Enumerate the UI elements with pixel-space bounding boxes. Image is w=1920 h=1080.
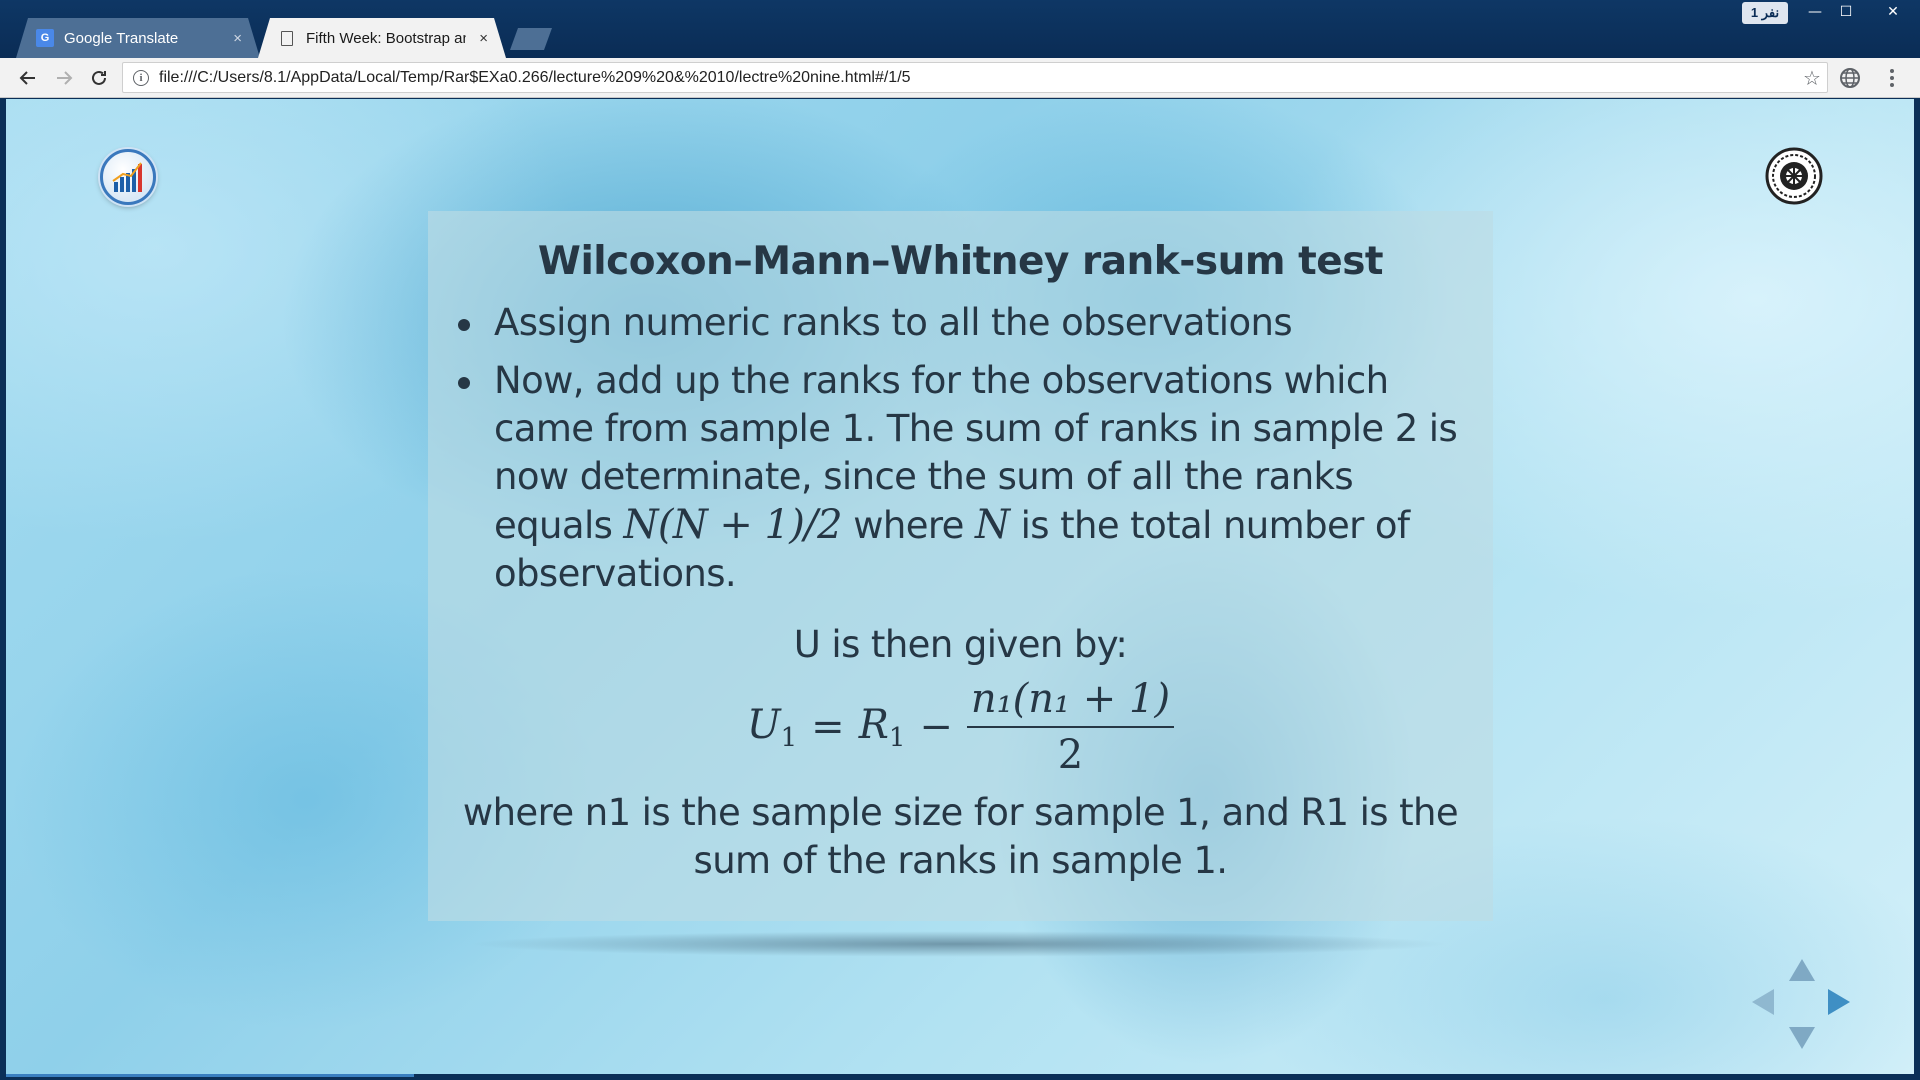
nav-down-arrow-icon[interactable] [1789, 1027, 1815, 1049]
bullet-text: Assign numeric ranks to all the observat… [494, 301, 1293, 344]
globe-icon[interactable] [1838, 66, 1862, 90]
arrow-left-icon [19, 71, 35, 85]
slide-content-box: Wilcoxon–Mann–Whitney rank-sum test Assi… [428, 211, 1493, 921]
back-button[interactable] [14, 64, 42, 92]
bullet-list: Assign numeric ranks to all the observat… [458, 299, 1464, 608]
info-icon[interactable]: i [133, 69, 149, 86]
arrow-right-icon [57, 71, 73, 85]
formula-u: U [746, 701, 781, 748]
menu-icon[interactable] [1880, 66, 1904, 90]
nav-right-arrow-icon[interactable] [1828, 989, 1850, 1015]
math-n-formula: N(N + 1)/2 [623, 502, 843, 548]
formula-equals: = [811, 704, 845, 750]
tab-close-icon[interactable]: × [233, 30, 242, 47]
nav-left-arrow-icon[interactable] [1752, 989, 1774, 1015]
bullet-item: Assign numeric ranks to all the observat… [458, 299, 1464, 347]
browser-toolbar: i file:///C:/Users/8.1/AppData/Local/Tem… [0, 58, 1920, 98]
new-tab-button[interactable] [510, 28, 552, 50]
formula-r-subscript: 1 [888, 722, 906, 753]
formula-lhs: U1 [747, 702, 797, 753]
slide-progress-bar [6, 1074, 414, 1077]
university-seal-icon [1765, 147, 1823, 205]
formula-numerator: n₁(n₁ + 1) [966, 676, 1175, 728]
page-icon [281, 31, 293, 46]
bar-chart-logo-icon [100, 149, 156, 205]
tab-google-translate[interactable]: G Google Translate × [16, 18, 260, 58]
maximize-button[interactable]: ☐ [1826, 0, 1866, 24]
bullet-item: Now, add up the ranks for the observatio… [458, 357, 1464, 598]
close-window-button[interactable]: ✕ [1866, 0, 1920, 24]
content-box-shadow [466, 931, 1451, 957]
tab-title: Google Translate [64, 29, 179, 47]
math-n-symbol: N [975, 502, 1010, 548]
reload-icon [92, 70, 106, 85]
slide-title: Wilcoxon–Mann–Whitney rank-sum test [537, 239, 1384, 284]
u-intro-text: U is then given by: [793, 623, 1128, 666]
google-translate-icon: G [36, 29, 54, 47]
url-text[interactable]: file:///C:/Users/8.1/AppData/Local/Temp/… [159, 69, 1797, 87]
reload-button[interactable] [85, 64, 113, 92]
nav-up-arrow-icon[interactable] [1789, 959, 1815, 981]
browser-titlebar: G Google Translate × Fifth Week: Bootstr… [0, 0, 1920, 58]
closing-text: where n1 is the sample size for sample 1… [462, 791, 1459, 882]
formula-minus: − [919, 704, 953, 750]
tab-title: Fifth Week: Bootstrap an [306, 29, 466, 47]
address-bar[interactable]: i file:///C:/Users/8.1/AppData/Local/Tem… [122, 62, 1828, 93]
formula-r: R1 [859, 702, 906, 753]
bullet-text: where [842, 504, 976, 547]
profile-badge[interactable]: نفر 1 [1742, 2, 1788, 24]
formula-u-subscript: 1 [780, 722, 798, 753]
u-formula: U1 = R1 − n₁(n₁ + 1) 2 [428, 676, 1493, 778]
slide-viewport: Wilcoxon–Mann–Whitney rank-sum test Assi… [6, 99, 1914, 1074]
bookmark-star-icon[interactable]: ☆ [1797, 66, 1827, 90]
tab-close-icon[interactable]: × [479, 30, 488, 47]
formula-r-letter: R [858, 701, 889, 748]
forward-button[interactable] [50, 64, 78, 92]
formula-fraction: n₁(n₁ + 1) 2 [966, 676, 1175, 778]
formula-denominator: 2 [1057, 732, 1084, 778]
tab-fifth-week[interactable]: Fifth Week: Bootstrap an × [258, 18, 506, 58]
